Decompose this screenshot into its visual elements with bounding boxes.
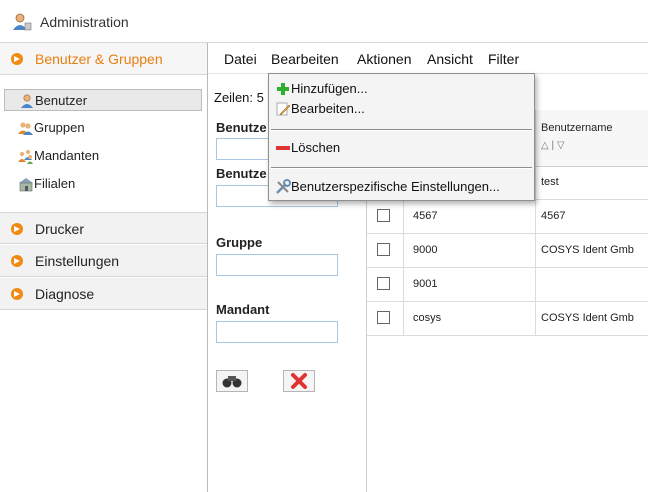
cell-id: 9001	[413, 278, 438, 290]
menu-bar: Datei Bearbeiten Aktionen Ansicht Filter	[208, 43, 648, 74]
menu-ansicht[interactable]: Ansicht	[427, 51, 473, 67]
column-divider	[535, 268, 536, 301]
filter-client-input[interactable]	[216, 321, 338, 343]
menu-separator	[271, 129, 532, 131]
filter-label-username: Benutze	[216, 166, 267, 181]
sidebar-section-diagnose[interactable]: Diagnose	[0, 278, 207, 310]
clear-filter-button[interactable]	[283, 370, 315, 392]
sort-arrows-icon[interactable]: △ | ▽	[541, 140, 565, 151]
minus-icon	[276, 146, 290, 150]
menu-item-delete[interactable]: Löschen	[269, 138, 534, 158]
column-divider	[535, 200, 536, 233]
sidebar-section-label: Diagnose	[35, 286, 95, 302]
branch-icon	[19, 178, 33, 192]
clients-icon	[18, 149, 33, 164]
filter-label-group: Gruppe	[216, 235, 263, 250]
menu-item-label: Bearbeiten...	[291, 101, 365, 116]
menu-aktionen[interactable]: Aktionen	[357, 51, 411, 67]
sidebar-section-label: Drucker	[35, 221, 85, 237]
expand-bullet-icon	[11, 53, 23, 65]
expand-bullet-icon	[11, 223, 23, 235]
table-row[interactable]: 9001	[367, 268, 648, 302]
column-divider	[535, 234, 536, 267]
column-divider	[535, 110, 536, 166]
sidebar-item-filialen[interactable]: Filialen	[4, 173, 202, 195]
title-bar: Administration	[0, 0, 648, 43]
filter-group-input[interactable]	[216, 254, 338, 276]
table-row[interactable]: 4567 4567	[367, 200, 648, 234]
row-checkbox[interactable]	[377, 311, 390, 324]
window-title: Administration	[40, 14, 129, 30]
row-checkbox[interactable]	[377, 277, 390, 290]
sidebar-item-label: Filialen	[34, 176, 76, 191]
sidebar: Benutzer & Gruppen Benutzer Gruppen Mand…	[0, 43, 208, 492]
menu-item-label: Benutzerspezifische Einstellungen...	[291, 179, 500, 194]
cell-username: COSYS Ident Gmb	[541, 244, 634, 256]
sidebar-item-label: Mandanten	[34, 148, 100, 163]
sidebar-item-label: Benutzer	[35, 93, 88, 108]
menu-datei[interactable]: Datei	[224, 51, 257, 67]
table-row[interactable]: cosys COSYS Ident Gmb	[367, 302, 648, 336]
sidebar-item-label: Gruppen	[34, 120, 85, 135]
column-divider	[403, 234, 404, 267]
column-divider	[403, 268, 404, 301]
edit-icon	[276, 102, 291, 116]
menu-item-add[interactable]: Hinzufügen...	[269, 79, 534, 99]
user-icon	[21, 94, 33, 108]
close-icon	[291, 373, 307, 389]
expand-bullet-icon	[11, 288, 23, 300]
plus-icon	[277, 83, 289, 95]
sidebar-section-users-groups[interactable]: Benutzer & Gruppen	[0, 43, 207, 75]
row-count: Zeilen: 5	[214, 90, 264, 105]
cell-id: 9000	[413, 244, 438, 256]
column-header-username[interactable]: Benutzername	[541, 122, 613, 134]
filter-label-user-id: Benutze	[216, 120, 267, 135]
sidebar-item-benutzer[interactable]: Benutzer	[4, 89, 202, 111]
menu-item-user-settings[interactable]: Benutzerspezifische Einstellungen...	[269, 177, 534, 197]
menu-item-label: Hinzufügen...	[291, 81, 368, 96]
cell-id: 4567	[413, 210, 438, 222]
expand-bullet-icon	[11, 255, 23, 267]
search-button[interactable]	[216, 370, 248, 392]
sidebar-item-mandanten[interactable]: Mandanten	[4, 145, 202, 167]
group-icon	[18, 122, 33, 135]
user-admin-icon	[13, 13, 32, 31]
cell-username: test	[541, 176, 559, 188]
filter-label-client: Mandant	[216, 302, 270, 317]
row-checkbox[interactable]	[377, 243, 390, 256]
menu-bearbeiten[interactable]: Bearbeiten	[271, 51, 339, 67]
tools-icon	[276, 179, 291, 194]
sidebar-section-label: Einstellungen	[35, 253, 120, 269]
sidebar-item-gruppen[interactable]: Gruppen	[4, 117, 202, 139]
edit-dropdown-menu: Hinzufügen... Bearbeiten... Löschen Benu…	[268, 73, 535, 201]
cell-username: 4567	[541, 210, 566, 222]
sidebar-section-label: Benutzer & Gruppen	[35, 51, 163, 67]
menu-item-edit[interactable]: Bearbeiten...	[269, 99, 534, 119]
column-divider	[403, 200, 404, 233]
sidebar-section-einstellungen[interactable]: Einstellungen	[0, 245, 207, 277]
column-divider	[403, 302, 404, 335]
cell-username: COSYS Ident Gmb	[541, 312, 634, 324]
column-divider	[535, 166, 536, 199]
row-checkbox[interactable]	[377, 209, 390, 222]
sidebar-section-drucker[interactable]: Drucker	[0, 212, 207, 244]
table-row[interactable]: 9000 COSYS Ident Gmb	[367, 234, 648, 268]
menu-filter[interactable]: Filter	[488, 51, 519, 67]
cell-id: cosys	[413, 312, 442, 324]
menu-item-label: Löschen	[291, 140, 341, 155]
menu-separator	[271, 167, 532, 169]
column-divider	[535, 302, 536, 335]
binoculars-icon	[222, 376, 242, 388]
application-window: Administration Benutzer & Gruppen Benutz…	[0, 0, 648, 492]
